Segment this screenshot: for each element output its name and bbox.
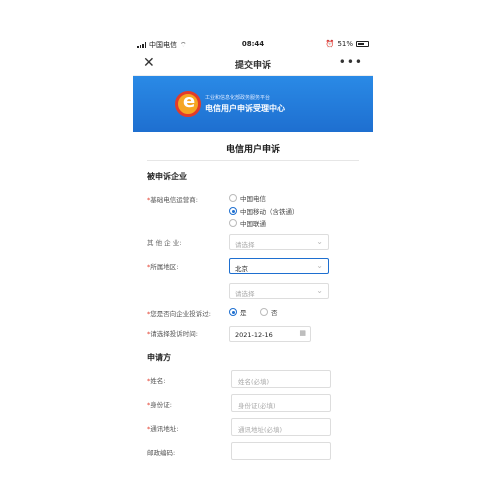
calendar-icon: ▦ [299, 329, 306, 337]
header-banner: 工业和信息化部政务服务平台 电信用户申诉受理中心 [133, 76, 373, 132]
complained-no-option[interactable]: 否 [260, 307, 278, 317]
radio-icon[interactable] [229, 194, 237, 202]
complained-yes-option[interactable]: 是 [229, 307, 247, 317]
region-value: 北京 [235, 265, 248, 273]
phone-screen: 中国电信 ⌔ 08:44 ⏰ 51% ✕ 提交申诉 ••• 工业和信息化部政务服… [133, 35, 373, 500]
postal-label: 邮政编码: [147, 449, 176, 457]
form-title: 电信用户申诉 [225, 145, 280, 155]
chevron-down-icon: ⌄ [316, 237, 323, 246]
more-menu-icon[interactable]: ••• [339, 55, 363, 69]
other-company-placeholder: 请选择 [235, 241, 255, 249]
id-label: *身份证: [147, 401, 172, 409]
region-label: *所属地区: [147, 263, 179, 271]
name-input[interactable]: 姓名(必填) [231, 370, 331, 388]
nav-bar: ✕ 提交申诉 ••• [133, 53, 373, 76]
address-input[interactable]: 通讯地址(必填) [231, 418, 331, 436]
other-company-select[interactable]: 请选择 ⌄ [229, 234, 329, 250]
battery-icon [356, 41, 369, 47]
address-label: *通讯地址: [147, 425, 179, 433]
alarm-icon: ⏰ [325, 40, 335, 48]
postal-code-input[interactable] [231, 442, 331, 460]
operator-label: *基础电信运营商: [147, 196, 198, 204]
date-label: *请选择投诉时间: [147, 330, 198, 338]
section-respondent: 被申诉企业 [147, 172, 187, 181]
region-select[interactable]: 北京 ⌄ [229, 258, 329, 274]
status-bar: 中国电信 ⌔ 08:44 ⏰ 51% [133, 35, 373, 53]
section-applicant: 申请方 [147, 353, 171, 362]
banner-center-text: 电信用户申诉受理中心 [205, 104, 285, 113]
complained-label: *您是否向企业投诉过: [147, 310, 211, 318]
id-card-input[interactable]: 身份证(必填) [231, 394, 331, 412]
radio-icon[interactable] [229, 219, 237, 227]
region-sub-select[interactable]: 请选择 ⌄ [229, 283, 329, 299]
radio-checked-icon[interactable] [229, 308, 237, 316]
page-title: 提交申诉 [234, 61, 271, 71]
operator-option-telecom[interactable]: 中国电信 [229, 193, 266, 203]
date-value: 2021-12-16 [235, 331, 273, 339]
name-label: *姓名: [147, 377, 166, 385]
operator-option-mobile[interactable]: 中国移动（含铁通） [229, 206, 299, 216]
region-sub-placeholder: 请选择 [235, 290, 255, 298]
banner-org-text: 工业和信息化部政务服务平台 [205, 95, 271, 101]
miit-logo-icon [175, 91, 201, 117]
complaint-date-input[interactable]: 2021-12-16 ▦ [229, 326, 311, 342]
battery-percent: 51% [337, 40, 353, 48]
divider [147, 160, 359, 161]
chevron-down-icon: ⌄ [316, 261, 323, 270]
radio-icon[interactable] [260, 308, 268, 316]
radio-checked-icon[interactable] [229, 207, 237, 215]
operator-option-unicom[interactable]: 中国联通 [229, 218, 266, 228]
chevron-down-icon: ⌄ [316, 286, 323, 295]
other-company-label: 其 他 企 业: [147, 239, 182, 247]
